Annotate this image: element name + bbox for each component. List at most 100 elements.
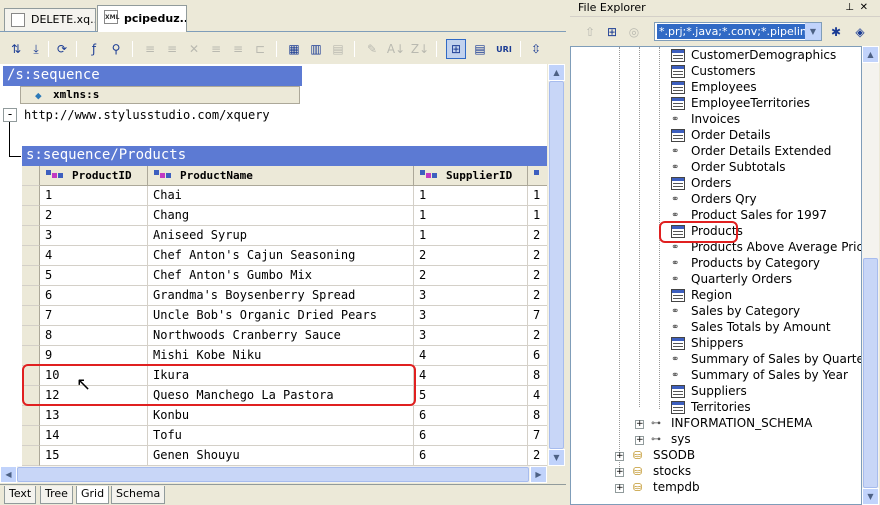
pin-icon[interactable]: ⊥	[845, 0, 854, 16]
explorer-options-icon[interactable]: ◈	[850, 22, 870, 42]
sort-icon[interactable]: ⇅	[6, 39, 26, 59]
expand-icon[interactable]: +	[635, 436, 644, 445]
cell-productname[interactable]: Tofu	[148, 426, 414, 446]
cell-next[interactable]: 1	[528, 186, 547, 206]
delete-row-icon[interactable]: ✕	[184, 39, 204, 59]
sort-ascending-icon[interactable]: A↓	[386, 39, 406, 59]
column-header-productname[interactable]: ProductName	[148, 166, 414, 186]
grid-horizontal-scrollbar[interactable]: ◀ ▶	[0, 466, 547, 483]
scroll-down-icon[interactable]: ▼	[548, 449, 565, 466]
disconnect-icon[interactable]: ◎	[624, 22, 644, 42]
split-icon[interactable]: ⇳	[526, 39, 546, 59]
scroll-up-icon[interactable]: ▲	[862, 46, 879, 63]
indent-icon[interactable]: ⊏	[250, 39, 270, 59]
cell-supplierid[interactable]: 6	[414, 406, 528, 426]
cell-productid[interactable]: 4	[40, 246, 148, 266]
column-header-next[interactable]	[528, 166, 547, 186]
cell-productname[interactable]: Chai	[148, 186, 414, 206]
function-icon[interactable]: ƒ	[84, 39, 104, 59]
row-header[interactable]	[22, 286, 40, 306]
explorer-vertical-scrollbar[interactable]: ▲ ▼	[862, 46, 879, 505]
row-header[interactable]	[22, 446, 40, 466]
row-header[interactable]	[22, 186, 40, 206]
cell-productid[interactable]: 13	[40, 406, 148, 426]
cell-productid[interactable]: 14	[40, 426, 148, 446]
folder-up-icon[interactable]: ⇧	[580, 22, 600, 42]
row-header[interactable]	[22, 326, 40, 346]
download-icon[interactable]: ⤓	[26, 39, 46, 59]
column-view-icon[interactable]: ▥	[306, 39, 326, 59]
sort-descending-icon[interactable]: Z↓	[410, 39, 430, 59]
cell-supplierid[interactable]: 1	[414, 186, 528, 206]
row-header[interactable]	[22, 246, 40, 266]
column-header-supplierid[interactable]: SupplierID	[414, 166, 528, 186]
refresh-icon[interactable]: ⟳	[52, 39, 72, 59]
attribute-value[interactable]: http://www.stylusstudio.com/xquery	[24, 106, 270, 124]
attribute-column-header[interactable]: ◆ xmlns:s	[20, 86, 300, 104]
cell-next[interactable]: 2	[528, 246, 547, 266]
uri-icon[interactable]: URI	[494, 39, 514, 59]
cell-productid[interactable]: 1	[40, 186, 148, 206]
scroll-right-icon[interactable]: ▶	[530, 466, 547, 483]
tree-icon[interactable]: ⚲	[106, 39, 126, 59]
table-view-icon[interactable]: ▦	[284, 39, 304, 59]
cell-productname[interactable]: Chef Anton's Gumbo Mix	[148, 266, 414, 286]
scroll-up-icon[interactable]: ▲	[548, 64, 565, 81]
cell-next[interactable]: 2	[528, 446, 547, 466]
cell-next[interactable]: 1	[528, 206, 547, 226]
cell-supplierid[interactable]: 3	[414, 306, 528, 326]
scroll-left-icon[interactable]: ◀	[0, 466, 17, 483]
products-header[interactable]: s:sequence/Products	[22, 146, 547, 166]
cell-productname[interactable]: Mishi Kobe Niku	[148, 346, 414, 366]
tab-tree[interactable]: Tree	[40, 486, 73, 504]
scroll-down-icon[interactable]: ▼	[862, 488, 879, 505]
scroll-thumb[interactable]	[863, 258, 878, 488]
cell-supplierid[interactable]: 6	[414, 426, 528, 446]
cell-supplierid[interactable]: 1	[414, 226, 528, 246]
sequence-header[interactable]: /s:sequence	[3, 66, 302, 86]
column-header-productid[interactable]: ProductID	[40, 166, 148, 186]
cell-productid[interactable]: 5	[40, 266, 148, 286]
chevron-down-icon[interactable]: ▼	[805, 23, 821, 40]
row-view-icon[interactable]: ▤	[328, 39, 348, 59]
cell-productname[interactable]: Uncle Bob's Organic Dried Pears	[148, 306, 414, 326]
grid-layout-icon[interactable]: ⊞	[446, 39, 466, 59]
tab-pcipeduz[interactable]: XML pcipeduz...	[97, 5, 187, 32]
scroll-thumb[interactable]	[17, 467, 529, 482]
cell-productname[interactable]: Chang	[148, 206, 414, 226]
cell-productname[interactable]: Chef Anton's Cajun Seasoning	[148, 246, 414, 266]
cell-supplierid[interactable]: 2	[414, 266, 528, 286]
cell-next[interactable]: 2	[528, 326, 547, 346]
cell-next[interactable]: 8	[528, 366, 547, 386]
file-filter-combo[interactable]: *.prj;*.java;*.conv;*.pipeline;*.re ▼	[654, 22, 822, 41]
row-header[interactable]	[22, 426, 40, 446]
expand-icon[interactable]: +	[635, 420, 644, 429]
cell-supplierid[interactable]: 6	[414, 446, 528, 466]
expand-icon[interactable]: +	[615, 468, 624, 477]
expand-icon[interactable]: +	[615, 452, 624, 461]
tab-grid[interactable]: Grid	[76, 486, 110, 504]
apply-filter-icon[interactable]: ✱	[826, 22, 846, 42]
tab-schema[interactable]: Schema	[111, 486, 166, 504]
cell-next[interactable]: 7	[528, 306, 547, 326]
cell-next[interactable]: 8	[528, 406, 547, 426]
scroll-thumb[interactable]	[549, 81, 564, 449]
cell-productname[interactable]: Northwoods Cranberry Sauce	[148, 326, 414, 346]
cell-next[interactable]: 2	[528, 226, 547, 246]
row-header[interactable]	[22, 346, 40, 366]
cell-supplierid[interactable]: 3	[414, 286, 528, 306]
cell-productname[interactable]: Genen Shouyu	[148, 446, 414, 466]
close-icon[interactable]: ✕	[860, 0, 868, 16]
cell-supplierid[interactable]: 3	[414, 326, 528, 346]
cell-next[interactable]: 2	[528, 286, 547, 306]
cell-productid[interactable]: 6	[40, 286, 148, 306]
row-header[interactable]	[22, 406, 40, 426]
row-header[interactable]	[22, 266, 40, 286]
cell-productid[interactable]: 7	[40, 306, 148, 326]
tab-text[interactable]: Text	[4, 486, 37, 504]
cell-productid[interactable]: 3	[40, 226, 148, 246]
connect-icon[interactable]: ⊞	[602, 22, 622, 42]
cell-next[interactable]: 6	[528, 346, 547, 366]
cell-next[interactable]: 4	[528, 386, 547, 406]
cell-supplierid[interactable]: 5	[414, 386, 528, 406]
